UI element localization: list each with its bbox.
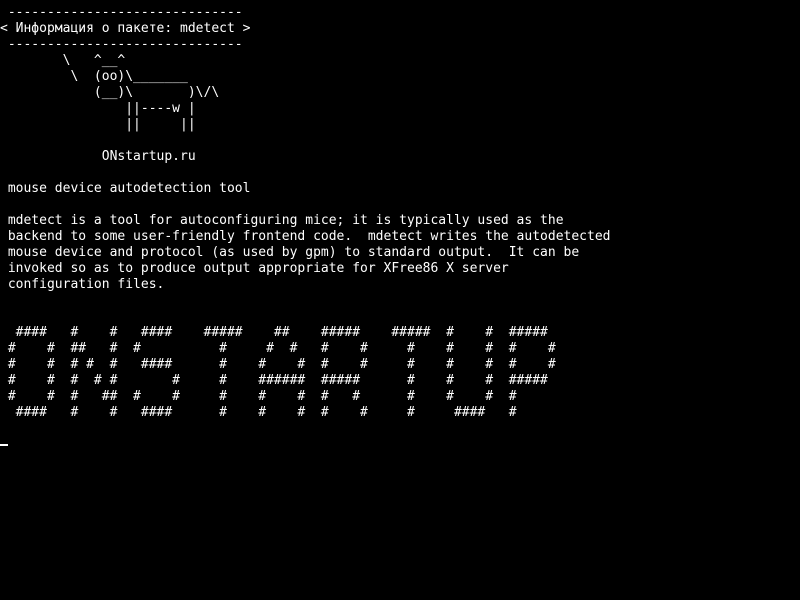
text-cursor[interactable] (0, 444, 8, 446)
terminal-output: ------------------------------ < Информац… (0, 5, 610, 421)
cowsay-art-line: ||----w | (0, 101, 196, 116)
banner-border-top: ------------------------------ (0, 5, 243, 20)
cowsay-art-line: \ (oo)\_______ (0, 69, 188, 84)
cowsay-art-line: \ ^__^ (0, 53, 126, 68)
banner-border-bottom: ------------------------------ (0, 37, 243, 52)
banner-ascii-line: # # # ## # # # # # # # # # # # (0, 389, 517, 404)
banner-ascii-line: # # # # # #### # # # # # # # # # # (0, 357, 556, 372)
terminal-screen[interactable]: ------------------------------ < Информац… (0, 0, 800, 600)
package-description-line: mouse device and protocol (as used by gp… (0, 245, 580, 260)
package-description-line: mdetect is a tool for autoconfiguring mi… (0, 213, 564, 228)
package-description-line: configuration files. (0, 277, 165, 292)
package-description-line: invoked so as to produce output appropri… (0, 261, 509, 276)
site-credit: ONstartup.ru (0, 149, 196, 164)
cowsay-art-line: || || (0, 117, 196, 132)
banner-ascii-line: #### # # #### ##### ## ##### ##### # # #… (0, 325, 548, 340)
package-summary: mouse device autodetection tool (0, 181, 251, 196)
banner-title: < Информация о пакете: mdetect > (0, 21, 251, 36)
banner-ascii-line: #### # # #### # # # # # # #### # (0, 405, 517, 420)
cowsay-art-line: (__)\ )\/\ (0, 85, 220, 100)
banner-ascii-line: # # ## # # # # # # # # # # # # (0, 341, 556, 356)
banner-ascii-line: # # # # # # # ###### ##### # # # ##### (0, 373, 548, 388)
package-description-line: backend to some user-friendly frontend c… (0, 229, 611, 244)
